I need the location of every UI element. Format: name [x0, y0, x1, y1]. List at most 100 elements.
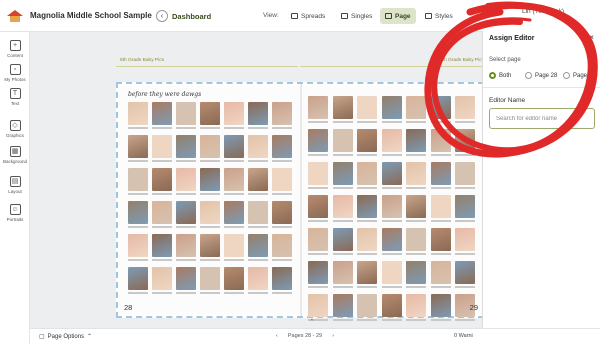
next-page-icon[interactable]: › [332, 333, 334, 339]
radio-both[interactable]: Both [489, 72, 511, 79]
photo-cell[interactable] [176, 267, 196, 297]
photo-cell[interactable] [176, 234, 196, 264]
tool-text[interactable]: T Text [0, 88, 30, 106]
photo-cell[interactable] [357, 228, 377, 258]
photo-cell[interactable] [455, 261, 475, 291]
photo-cell[interactable] [430, 96, 451, 126]
chevron-up-icon[interactable]: ⌃ [309, 318, 315, 326]
photo-cell[interactable] [308, 228, 328, 258]
view-singles-button[interactable]: Singles [336, 8, 377, 24]
photo-cell[interactable] [248, 201, 268, 231]
photo-cell[interactable] [248, 135, 268, 165]
page-title[interactable]: before they were dawgs [128, 91, 201, 98]
photo-cell[interactable] [152, 168, 172, 198]
photo-cell[interactable] [200, 234, 220, 264]
photo-cell[interactable] [272, 201, 292, 231]
photo-cell[interactable] [308, 195, 328, 225]
photo-cell[interactable] [430, 294, 451, 324]
photo-cell[interactable] [248, 234, 268, 264]
photo-cell[interactable] [272, 267, 292, 297]
photo-cell[interactable] [248, 267, 268, 297]
photo-cell[interactable] [272, 135, 292, 165]
photo-cell[interactable] [272, 234, 292, 264]
photo-cell[interactable] [332, 195, 353, 225]
editor-name-input[interactable] [489, 108, 595, 129]
photo-cell[interactable] [176, 135, 196, 165]
photo-cell[interactable] [357, 294, 377, 324]
photo-cell[interactable] [430, 162, 451, 192]
tool-content[interactable]: + Content [0, 40, 30, 58]
close-icon[interactable]: × [589, 33, 594, 42]
photo-cell[interactable] [406, 96, 426, 126]
photo-cell[interactable] [455, 195, 475, 225]
photo-cell[interactable] [152, 201, 172, 231]
left-page-tab[interactable]: 8th Grade Baby Pics [120, 56, 164, 66]
tool-layout[interactable]: ▤ Layout [0, 176, 30, 194]
photo-cell[interactable] [224, 201, 244, 231]
user-menu[interactable]: Lin (Yearbook) [522, 8, 564, 15]
photo-cell[interactable] [430, 261, 451, 291]
photo-cell[interactable] [128, 168, 148, 198]
photo-cell[interactable] [406, 129, 426, 159]
right-page-tab[interactable]: 8th Grade Baby Pics [440, 56, 484, 66]
photo-cell[interactable] [272, 102, 292, 132]
photo-cell[interactable] [332, 96, 353, 126]
photo-cell[interactable] [272, 168, 292, 198]
photo-cell[interactable] [381, 228, 402, 258]
photo-cell[interactable] [128, 102, 148, 132]
view-spreads-button[interactable]: Spreads [286, 8, 330, 24]
photo-cell[interactable] [455, 228, 475, 258]
photo-cell[interactable] [381, 162, 402, 192]
photo-cell[interactable] [152, 234, 172, 264]
photo-cell[interactable] [430, 129, 451, 159]
tool-background[interactable]: ▦ Background [0, 146, 30, 164]
photo-cell[interactable] [430, 195, 451, 225]
photo-cell[interactable] [455, 96, 475, 126]
tool-my-photos[interactable]: ▫ My Photos [0, 64, 30, 82]
photo-cell[interactable] [406, 162, 426, 192]
tool-portraits[interactable]: ☺ Portraits [0, 204, 30, 222]
photo-cell[interactable] [200, 267, 220, 297]
photo-cell[interactable] [308, 162, 328, 192]
left-page[interactable]: before they were dawgs 28 [120, 86, 300, 314]
radio-page-28[interactable]: Page 28 [525, 72, 557, 79]
yearbook-spread[interactable]: before they were dawgs 28 29 [116, 82, 484, 321]
photo-cell[interactable] [248, 168, 268, 198]
photo-cell[interactable] [200, 102, 220, 132]
photo-cell[interactable] [176, 201, 196, 231]
right-page[interactable]: 29 [302, 86, 482, 321]
photo-cell[interactable] [128, 201, 148, 231]
photo-cell[interactable] [152, 135, 172, 165]
photo-cell[interactable] [455, 162, 475, 192]
photo-cell[interactable] [357, 129, 377, 159]
photo-cell[interactable] [332, 129, 353, 159]
photo-cell[interactable] [455, 129, 475, 159]
photo-cell[interactable] [332, 294, 353, 324]
photo-cell[interactable] [128, 135, 148, 165]
photo-cell[interactable] [406, 195, 426, 225]
photo-cell[interactable] [200, 201, 220, 231]
photo-cell[interactable] [357, 195, 377, 225]
view-styles-button[interactable]: Styles [420, 8, 458, 24]
dashboard-button[interactable]: ‹ Dashboard [156, 8, 211, 24]
photo-cell[interactable] [381, 195, 402, 225]
photo-cell[interactable] [152, 102, 172, 132]
photo-cell[interactable] [406, 294, 426, 324]
photo-cell[interactable] [176, 102, 196, 132]
photo-cell[interactable] [224, 168, 244, 198]
warnings-indicator[interactable]: 0 Warni [454, 333, 473, 339]
photo-cell[interactable] [308, 261, 328, 291]
photo-cell[interactable] [381, 294, 402, 324]
photo-cell[interactable] [224, 267, 244, 297]
radio-page[interactable]: Page [563, 72, 587, 79]
photo-cell[interactable] [381, 96, 402, 126]
view-page-button[interactable]: Page [380, 8, 416, 24]
photo-cell[interactable] [332, 162, 353, 192]
photo-cell[interactable] [308, 96, 328, 126]
tool-graphics[interactable]: ◇ Graphics [0, 120, 30, 138]
photo-cell[interactable] [308, 129, 328, 159]
school-name[interactable]: Magnolia Middle School Sample [30, 11, 152, 20]
photo-cell[interactable] [200, 135, 220, 165]
photo-cell[interactable] [381, 261, 402, 291]
photo-cell[interactable] [248, 102, 268, 132]
